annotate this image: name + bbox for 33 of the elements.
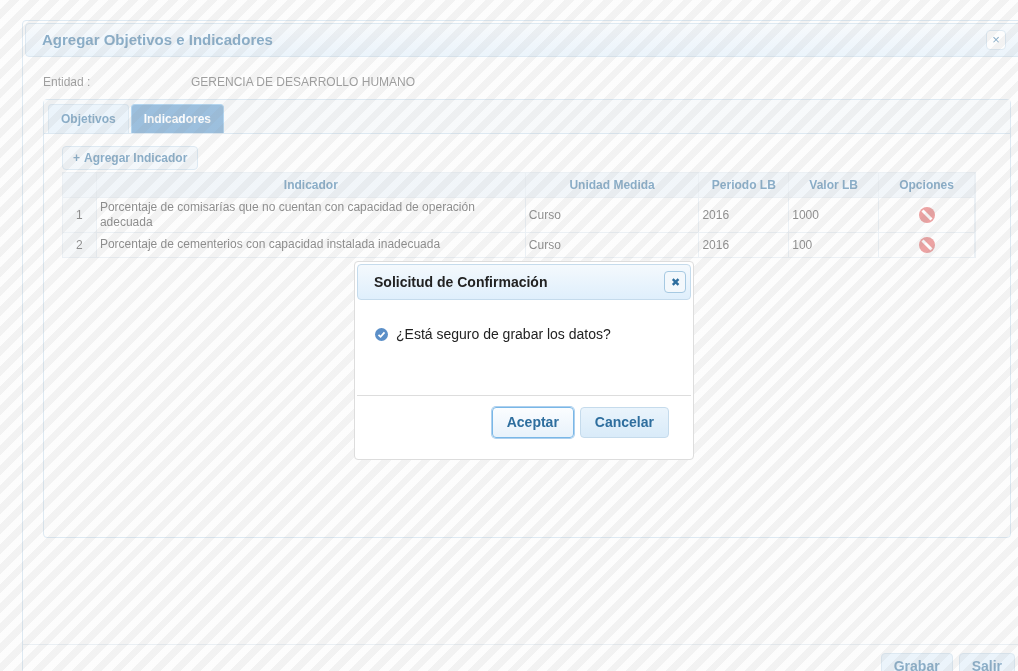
table-cell: 2016 [698, 197, 789, 233]
column-header: Indicador [96, 172, 526, 198]
close-button[interactable]: ✖ [664, 271, 686, 293]
dialog-button[interactable]: Aceptar [491, 407, 574, 438]
add-indicator-button[interactable]: + Agregar Indicador [62, 145, 199, 170]
confirmation-message: ¿Está seguro de grabar los datos? [396, 324, 611, 344]
tab[interactable]: Objetivos [48, 103, 129, 133]
window-title: Agregar Objetivos e Indicadores [42, 29, 273, 50]
row-number: 2 [62, 232, 97, 258]
entity-label: Entidad : [43, 73, 92, 91]
table-cell: Porcentaje de comisarías que no cuentan con capacidad de operación adecuada [96, 197, 526, 233]
prohibited-icon[interactable] [917, 205, 936, 224]
table-cell: Curso [525, 197, 699, 233]
table-cell: 100 [788, 232, 879, 258]
row-number: 1 [62, 197, 97, 233]
table-cell: Curso [525, 232, 699, 258]
entity-value: GERENCIA DE DESARROLLO HUMANO [191, 73, 416, 91]
column-header: Valor LB [788, 172, 879, 198]
table-cell: Porcentaje de cementerios con capacidad instalada inadecuada [96, 232, 526, 258]
dialog-title: Solicitud de Confirmación [374, 272, 548, 292]
prohibited-icon[interactable] [917, 235, 936, 254]
column-header: Periodo LB [698, 172, 789, 198]
footer-button[interactable]: Salir [958, 653, 1015, 671]
footer-button[interactable]: Grabar [880, 653, 953, 671]
close-button[interactable]: × [986, 29, 1006, 50]
dialog-button[interactable]: Cancelar [579, 407, 669, 438]
column-header: Opciones [878, 172, 975, 198]
checkmark-icon [375, 327, 388, 341]
plus-icon: + [73, 148, 80, 167]
table-cell: 2016 [698, 232, 789, 258]
table-cell: 1000 [788, 197, 879, 233]
column-header: Unidad Medida [525, 172, 699, 198]
tab[interactable]: Indicadores [130, 103, 225, 133]
